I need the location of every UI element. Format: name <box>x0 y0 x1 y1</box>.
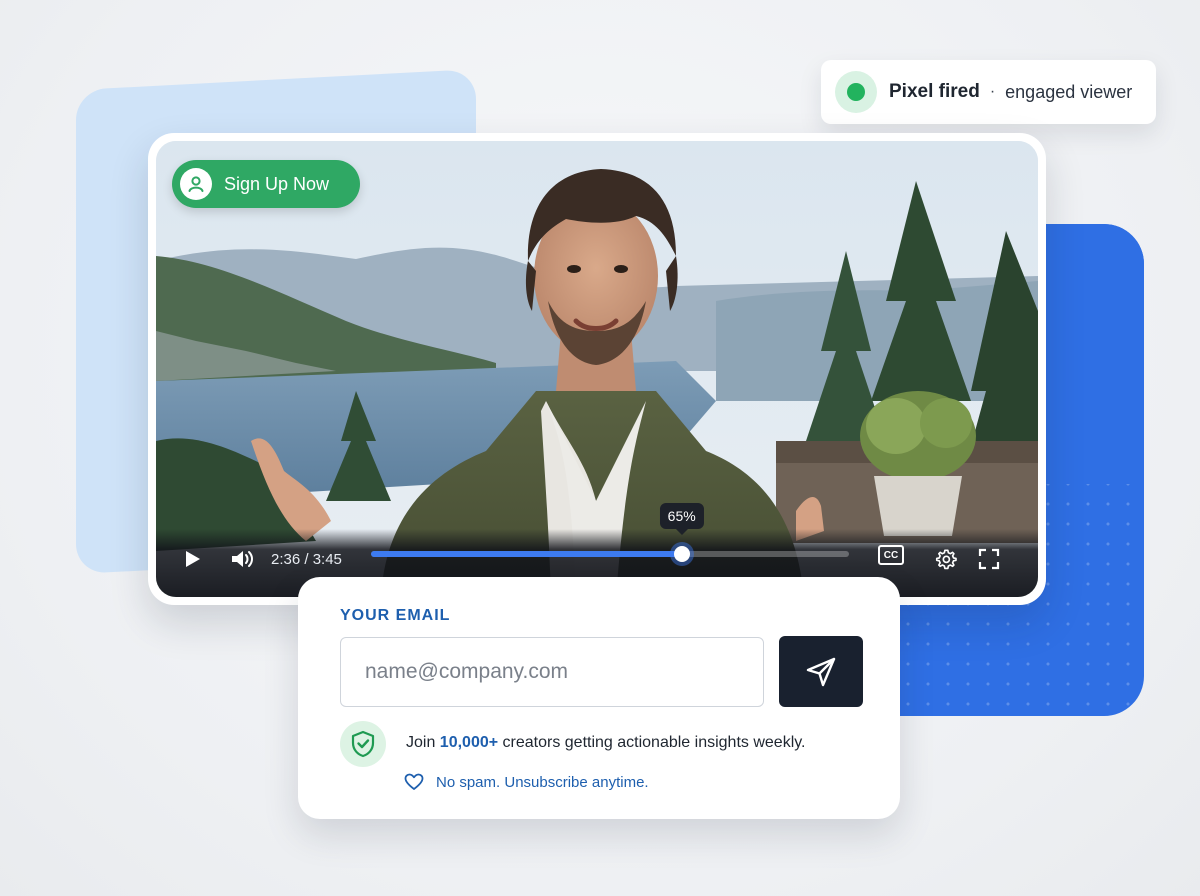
video-frame[interactable]: Sign Up Now 2:36 / 3:45 65% CC <box>156 141 1038 597</box>
volume-icon[interactable] <box>224 541 260 577</box>
pixel-status-text: Pixel fired <box>889 81 980 102</box>
cc-icon[interactable]: CC <box>878 545 904 565</box>
email-field[interactable] <box>340 637 764 707</box>
sign-up-now-button[interactable]: Sign Up Now <box>172 160 360 208</box>
shield-check-icon <box>340 721 386 767</box>
email-signup-card: YOUR EMAIL Join 10,000+ creators getting… <box>298 577 900 819</box>
no-spam-note: No spam. Unsubscribe anytime. <box>404 773 649 791</box>
play-icon[interactable] <box>174 541 210 577</box>
seek-bar-progress <box>371 551 682 557</box>
cc-label: CC <box>883 549 899 561</box>
pixel-status-detail: engaged viewer <box>1005 81 1133 102</box>
time-display: 2:36 / 3:45 <box>271 551 342 568</box>
send-icon <box>806 657 836 686</box>
social-proof-suffix: creators getting actionable insights wee… <box>498 734 806 751</box>
fullscreen-icon[interactable] <box>971 541 1007 577</box>
settings-icon[interactable] <box>928 541 964 577</box>
social-proof-prefix: Join <box>406 734 440 751</box>
social-proof-text: Join 10,000+ creators getting actionable… <box>406 734 806 752</box>
user-icon <box>180 168 212 200</box>
toast-separator: · <box>989 83 996 100</box>
email-field-label: YOUR EMAIL <box>340 607 451 624</box>
sign-up-now-label: Sign Up Now <box>224 173 330 194</box>
subscriber-count: 10,000+ <box>439 734 499 751</box>
pixel-status-toast: Pixel fired · engaged viewer <box>821 60 1156 124</box>
seek-progress-tooltip: 65% <box>659 503 704 535</box>
seek-bar-handle[interactable] <box>673 546 690 562</box>
no-spam-text: No spam. Unsubscribe anytime. <box>436 773 649 791</box>
video-player-card: Sign Up Now 2:36 / 3:45 65% CC <box>148 133 1046 605</box>
submit-email-button[interactable] <box>779 636 863 707</box>
seek-bar[interactable]: 65% <box>371 503 849 562</box>
status-dot-icon <box>835 71 877 113</box>
heart-icon <box>404 773 424 791</box>
